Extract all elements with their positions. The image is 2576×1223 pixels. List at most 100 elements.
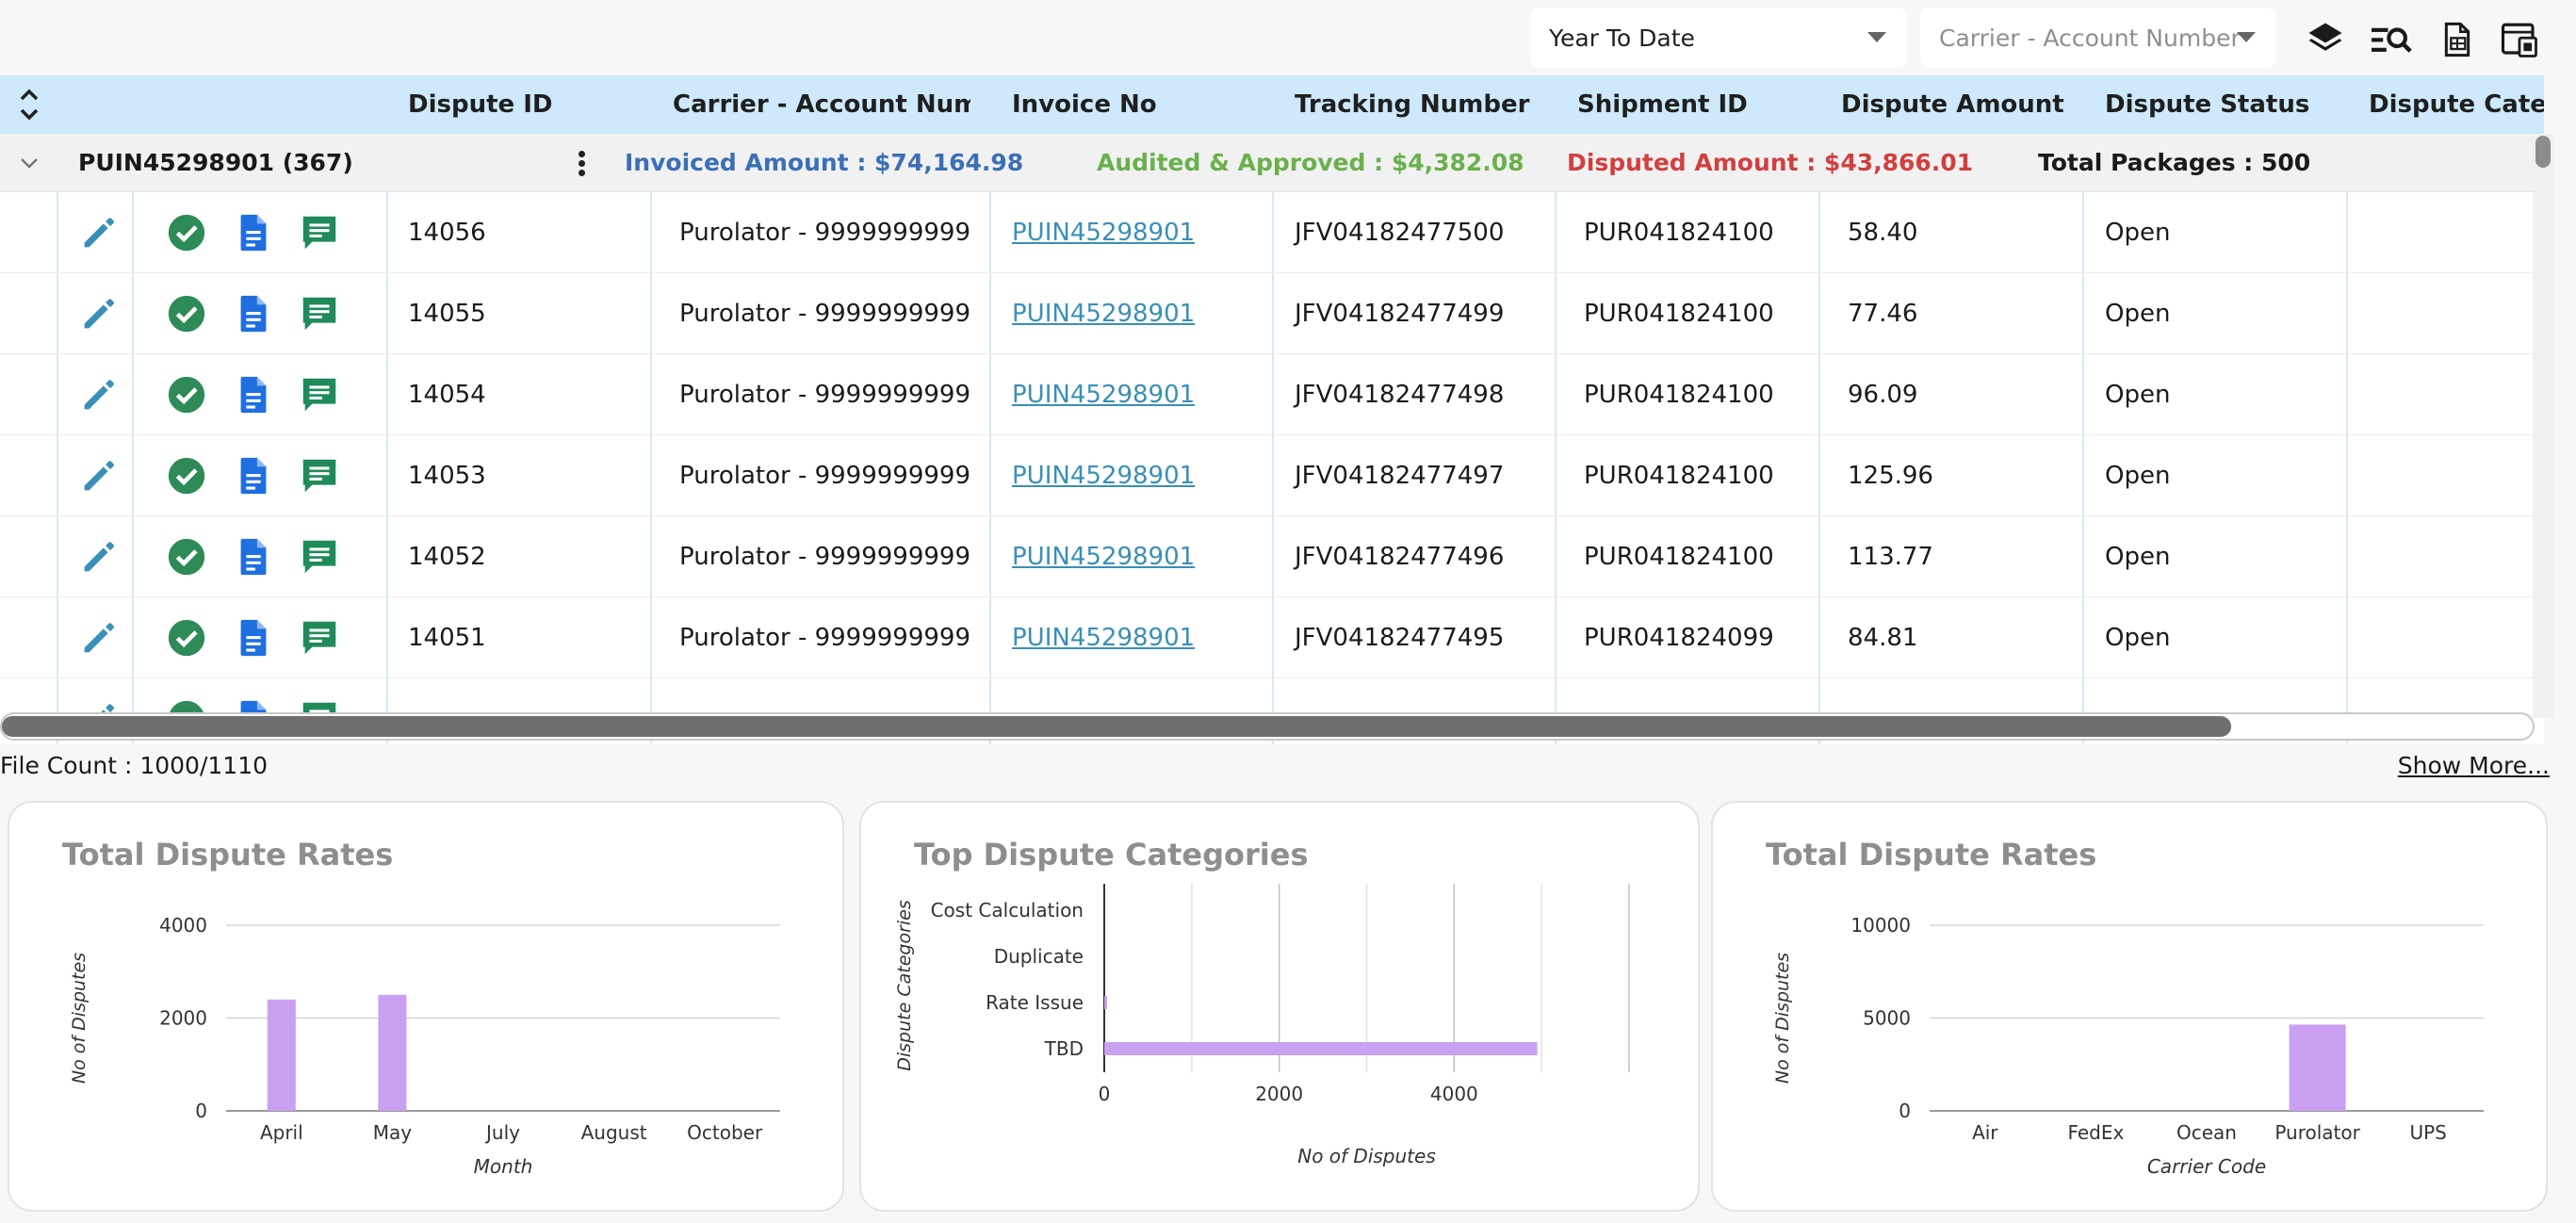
col-header-invoice-no[interactable]: Invoice No (1012, 75, 1219, 134)
invoice-link[interactable]: PUIN45298901 (1012, 435, 1195, 516)
document-icon[interactable] (232, 292, 275, 335)
approve-icon[interactable] (165, 211, 208, 254)
bar-rate-issue (1104, 996, 1107, 1009)
x-tick-label: Purolator (2274, 1121, 2360, 1144)
x-tick-label: April (260, 1121, 303, 1144)
y-tick-label: Duplicate (994, 945, 1084, 968)
document-icon[interactable] (232, 211, 275, 254)
dispute-id-cell: 14053 (408, 462, 486, 490)
expand-collapse-all-icon[interactable] (13, 83, 45, 126)
invoice-link[interactable]: PUIN45298901 (1012, 516, 1195, 597)
column-settings-icon (2501, 23, 2537, 57)
col-header-dispute-id[interactable]: Dispute ID (408, 75, 559, 134)
comment-icon[interactable] (298, 616, 341, 660)
file-count: File Count : 1000/1110 (0, 752, 269, 779)
bar-tbd (1104, 1042, 1538, 1055)
tracking-number-cell: JFV04182477498 (1295, 381, 1505, 409)
invoice-link[interactable]: PUIN45298901 (1012, 354, 1195, 435)
dispute-dashboard: { "filters": { "period": "Year To Date",… (0, 0, 2576, 1223)
vertical-scrollbar[interactable] (2533, 134, 2553, 718)
x-axis-label: Month (474, 1155, 533, 1178)
dispute-amount-cell: 77.46 (1848, 300, 1918, 328)
layers-button[interactable] (2301, 15, 2350, 64)
invoice-link[interactable]: PUIN45298901 (1012, 597, 1195, 678)
vertical-scrollbar-thumb[interactable] (2535, 136, 2551, 168)
excel-export-button[interactable] (2433, 15, 2482, 64)
group-row[interactable]: PUIN45298901 (367) Invoiced Amount : $74… (0, 134, 2544, 192)
edit-icon[interactable] (77, 454, 121, 497)
document-icon[interactable] (232, 616, 275, 660)
shipment-id-cell: PUR041824100 (1584, 543, 1774, 571)
table-row: 14052 Purolator - 9999999999 PUIN45298901 J… (0, 516, 2544, 597)
dispute-id-cell: 14054 (408, 381, 486, 409)
approve-icon[interactable] (165, 292, 208, 335)
comment-icon[interactable] (298, 292, 341, 335)
x-tick-label: 0 (1099, 1083, 1111, 1105)
comment-icon[interactable] (298, 535, 341, 579)
x-tick-label: July (484, 1121, 520, 1144)
edit-icon[interactable] (77, 535, 121, 579)
approve-icon[interactable] (165, 454, 208, 497)
x-tick-label: October (687, 1121, 763, 1144)
y-tick-label: Cost Calculation (931, 899, 1084, 921)
x-axis-label: Carrier Code (2147, 1155, 2266, 1178)
y-tick-label: 0 (1899, 1100, 1911, 1122)
carrier-account-placeholder: Carrier - Account Number (1939, 24, 2241, 52)
horizontal-scrollbar-thumb[interactable] (2, 716, 2231, 737)
dispute-status-cell: Open (2105, 300, 2171, 328)
dispute-id-cell: 14056 (408, 219, 486, 247)
horizontal-scrollbar[interactable] (0, 712, 2535, 741)
col-header-shipment-id[interactable]: Shipment ID (1577, 75, 1803, 134)
document-icon[interactable] (232, 373, 275, 416)
dispute-amount-cell: 96.09 (1848, 381, 1918, 409)
grid-body: 14056 Purolator - 9999999999 PUIN45298901 J… (0, 192, 2544, 744)
carrier-account-cell: Purolator - 9999999999 (679, 381, 971, 409)
comment-icon[interactable] (298, 454, 341, 497)
search-list-button[interactable] (2367, 15, 2416, 64)
tracking-number-cell: JFV04182477500 (1295, 219, 1505, 247)
invoice-link[interactable]: PUIN45298901 (1012, 273, 1195, 354)
bar-may (378, 994, 407, 1111)
col-header-carrier-account[interactable]: Carrier - Account Number (673, 75, 970, 134)
table-row: 14055 Purolator - 9999999999 PUIN45298901 J… (0, 273, 2544, 354)
invoiced-amount: Invoiced Amount : $74,164.98 (625, 149, 1024, 176)
edit-icon[interactable] (77, 211, 121, 254)
col-header-dispute-amount[interactable]: Dispute Amount (1841, 75, 2067, 134)
document-icon[interactable] (232, 535, 275, 579)
show-more-link[interactable]: Show More... (2398, 752, 2550, 779)
carrier-account-select[interactable]: Carrier - Account Number (1920, 8, 2276, 68)
search-list-icon (2372, 27, 2412, 53)
x-tick-label: Air (1972, 1121, 1998, 1144)
col-header-dispute-status[interactable]: Dispute Status (2105, 75, 2331, 134)
col-header-tracking-number[interactable]: Tracking Number (1295, 75, 1540, 134)
col-header-dispute-category[interactable]: Dispute Categ (2369, 75, 2544, 134)
y-axis-label: No of Disputes (69, 953, 90, 1084)
chart-card-dispute-rates-month: Total Dispute Rates 0 2000 4000 April May Jul… (8, 801, 844, 1212)
y-tick-label: 0 (195, 1100, 207, 1122)
document-icon[interactable] (232, 454, 275, 497)
dispute-status-cell: Open (2105, 381, 2171, 409)
dispute-id-cell: 14051 (408, 624, 486, 652)
y-tick-label: TBD (1044, 1037, 1084, 1060)
comment-icon[interactable] (298, 211, 341, 254)
edit-icon[interactable] (77, 373, 121, 416)
approve-icon[interactable] (165, 616, 208, 660)
more-options-icon[interactable] (575, 149, 588, 179)
shipment-id-cell: PUR041824100 (1584, 381, 1774, 409)
carrier-account-cell: Purolator - 9999999999 (679, 300, 971, 328)
x-tick-label: August (581, 1121, 647, 1144)
disputed-amount: Disputed Amount : $43,866.01 (1567, 149, 1974, 176)
edit-icon[interactable] (77, 292, 121, 335)
comment-icon[interactable] (298, 373, 341, 416)
carrier-account-cell: Purolator - 9999999999 (679, 462, 971, 490)
edit-icon[interactable] (77, 616, 121, 660)
dispute-rates-carrier-chart: 0 5000 10000 Air FedEx Ocean Purolator UPS Carri… (1772, 914, 2484, 1178)
invoice-link[interactable]: PUIN45298901 (1012, 192, 1195, 273)
chevron-down-icon[interactable] (19, 155, 40, 171)
approve-icon[interactable] (165, 373, 208, 416)
dispute-rates-month-chart: 0 2000 4000 April May July August October Month N… (69, 914, 780, 1178)
column-settings-button[interactable] (2495, 15, 2544, 64)
shipment-id-cell: PUR041824100 (1584, 219, 1774, 247)
approve-icon[interactable] (165, 535, 208, 579)
period-select[interactable]: Year To Date (1530, 8, 1907, 68)
